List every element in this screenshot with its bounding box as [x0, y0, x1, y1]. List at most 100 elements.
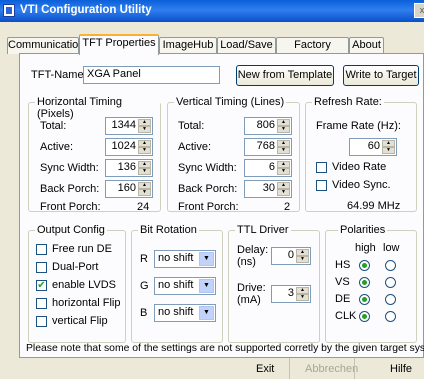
frame-rate-value: 60 — [367, 140, 380, 152]
v-total-spinner[interactable]: ▲ ▼ — [277, 119, 290, 133]
new-from-template-button[interactable]: New from Template — [236, 65, 334, 86]
tft-name-input[interactable]: XGA Panel — [83, 66, 220, 84]
v-sync-input[interactable]: 6 ▲ ▼ — [244, 159, 292, 177]
delay-input[interactable]: 0 ▲ ▼ — [271, 247, 311, 265]
v-back-label: Back Porch: — [178, 183, 238, 195]
button-separator-2 — [354, 358, 355, 379]
chevron-down-icon[interactable]: ▼ — [199, 252, 214, 266]
h-back-input[interactable]: 160 ▲ ▼ — [105, 180, 153, 198]
write-to-target-button[interactable]: Write to Target — [343, 65, 419, 86]
polarities-title: Polarities — [338, 224, 388, 236]
window-title: VTI Configuration Utility — [20, 4, 152, 16]
bitrot-b-label: B — [140, 307, 148, 319]
bitrot-b-value: no shift — [158, 306, 194, 318]
drive-unit-label: (mA) — [237, 294, 261, 306]
vs-low-radio[interactable] — [385, 277, 396, 288]
v-total-input[interactable]: 806 ▲ ▼ — [244, 117, 292, 135]
delay-spinner[interactable]: ▲ ▼ — [296, 249, 309, 263]
h-front-value: 24 — [137, 201, 150, 213]
tab-about[interactable]: About — [349, 37, 384, 54]
h-total-spinner[interactable]: ▲ ▼ — [138, 119, 151, 133]
bitrot-r-select[interactable]: no shift ▼ — [154, 250, 216, 268]
tab-load-save[interactable]: Load/Save — [217, 37, 276, 54]
h-total-input[interactable]: 1344 ▲ ▼ — [105, 117, 153, 135]
v-back-input[interactable]: 30 ▲ ▼ — [244, 180, 292, 198]
dialog-button-bar: Exit Abbrechen Hilfe — [19, 358, 424, 379]
polarity-vs-label: VS — [335, 276, 350, 288]
delay-value: 0 — [287, 249, 294, 261]
horizontal-flip-checkbox[interactable] — [36, 298, 47, 309]
h-back-spinner[interactable]: ▲ ▼ — [138, 182, 151, 196]
tab-tft-properties[interactable]: TFT Properties — [79, 34, 159, 55]
h-front-label: Front Porch: — [40, 201, 101, 213]
bitrot-b-select[interactable]: no shift ▼ — [154, 304, 216, 322]
exit-button[interactable]: Exit — [256, 363, 274, 375]
help-button[interactable]: Hilfe — [390, 363, 412, 375]
close-button[interactable]: x — [414, 3, 424, 18]
free-run-de-checkbox[interactable] — [36, 244, 47, 255]
ttl-driver-group: TTL Driver Delay: (ns) 0 ▲ ▼ Drive: (mA) 3… — [228, 224, 320, 343]
app-window: VTI Configuration Utility x Communicatio… — [0, 0, 424, 379]
h-active-value: 1024 — [111, 140, 136, 152]
bitrot-r-label: R — [140, 253, 148, 265]
dual-port-checkbox[interactable] — [36, 262, 47, 273]
refresh-rate-title: Refresh Rate: — [312, 96, 384, 108]
chevron-down-icon[interactable]: ▼ — [199, 306, 214, 320]
h-active-spinner[interactable]: ▲ ▼ — [138, 140, 151, 154]
bit-rotation-group: Bit Rotation R no shift ▼ G no shift ▼ B n… — [131, 224, 223, 343]
v-back-value: 30 — [262, 182, 275, 194]
chevron-down-icon[interactable]: ▼ — [199, 279, 214, 293]
de-high-radio[interactable] — [359, 294, 370, 305]
title-bar: VTI Configuration Utility x — [0, 0, 424, 22]
video-rate-label: Video Rate — [332, 161, 387, 173]
delay-unit-label: (ns) — [237, 256, 256, 268]
h-sync-spinner[interactable]: ▲ ▼ — [138, 161, 151, 175]
polarity-clk-label: CLK — [335, 310, 357, 322]
v-active-input[interactable]: 768 ▲ ▼ — [244, 138, 292, 156]
delay-label: Delay: — [237, 244, 269, 256]
refresh-rate-group: Refresh Rate: Frame Rate (Hz): 60 ▲ ▼ Vide… — [305, 96, 417, 212]
de-low-radio[interactable] — [385, 294, 396, 305]
v-active-spinner[interactable]: ▲ ▼ — [277, 140, 290, 154]
clk-low-radio[interactable] — [385, 311, 396, 322]
vertical-flip-checkbox[interactable] — [36, 316, 47, 327]
horizontal-flip-label: horizontal Flip — [52, 297, 121, 309]
tab-imagehub[interactable]: ImageHub — [159, 37, 217, 54]
video-sync-checkbox[interactable] — [316, 180, 327, 191]
polarity-hs-label: HS — [335, 259, 351, 271]
frame-rate-spinner[interactable]: ▲ ▼ — [382, 140, 395, 154]
h-sync-input[interactable]: 136 ▲ ▼ — [105, 159, 153, 177]
drive-label: Drive: — [237, 282, 266, 294]
cancel-button[interactable]: Abbrechen — [305, 363, 358, 375]
video-rate-checkbox[interactable] — [316, 162, 327, 173]
vertical-timing-group: Vertical Timing (Lines) Total: 806 ▲ ▼ Act… — [167, 96, 300, 213]
tft-properties-panel: TFT-Name: XGA Panel New from Template Wr… — [19, 53, 424, 358]
h-total-label: Total: — [40, 120, 67, 132]
v-sync-spinner[interactable]: ▲ ▼ — [277, 161, 290, 175]
polarity-high-header: high — [355, 242, 376, 254]
h-back-value: 160 — [117, 182, 136, 194]
hs-low-radio[interactable] — [385, 260, 396, 271]
tab-communication[interactable]: Communication — [7, 37, 84, 54]
h-active-input[interactable]: 1024 ▲ ▼ — [105, 138, 153, 156]
tft-name-label: TFT-Name: — [31, 69, 87, 81]
frame-rate-input[interactable]: 60 ▲ ▼ — [349, 138, 397, 156]
hs-high-radio[interactable] — [359, 260, 370, 271]
v-front-value: 2 — [284, 201, 291, 213]
v-sync-value: 6 — [268, 161, 275, 173]
enable-lvds-checkbox[interactable]: ✔ — [36, 280, 47, 291]
drive-spinner[interactable]: ▲ ▼ — [296, 287, 309, 301]
horizontal-timing-group: Horizontal Timing (Pixels) Total: 1344 ▲ ▼… — [28, 96, 161, 213]
bitrot-g-select[interactable]: no shift ▼ — [154, 277, 216, 295]
v-sync-label: Sync Width: — [178, 162, 237, 174]
drive-input[interactable]: 3 ▲ ▼ — [271, 285, 311, 303]
h-active-label: Active: — [40, 141, 74, 153]
vs-high-radio[interactable] — [359, 277, 370, 288]
clk-high-radio[interactable] — [359, 311, 370, 322]
v-active-value: 768 — [256, 140, 275, 152]
polarity-low-header: low — [383, 242, 400, 254]
v-back-spinner[interactable]: ▲ ▼ — [277, 182, 290, 196]
drive-value: 3 — [287, 287, 294, 299]
tab-factory-settings[interactable]: Factory Settings — [276, 37, 349, 66]
bitrot-r-value: no shift — [158, 252, 194, 264]
